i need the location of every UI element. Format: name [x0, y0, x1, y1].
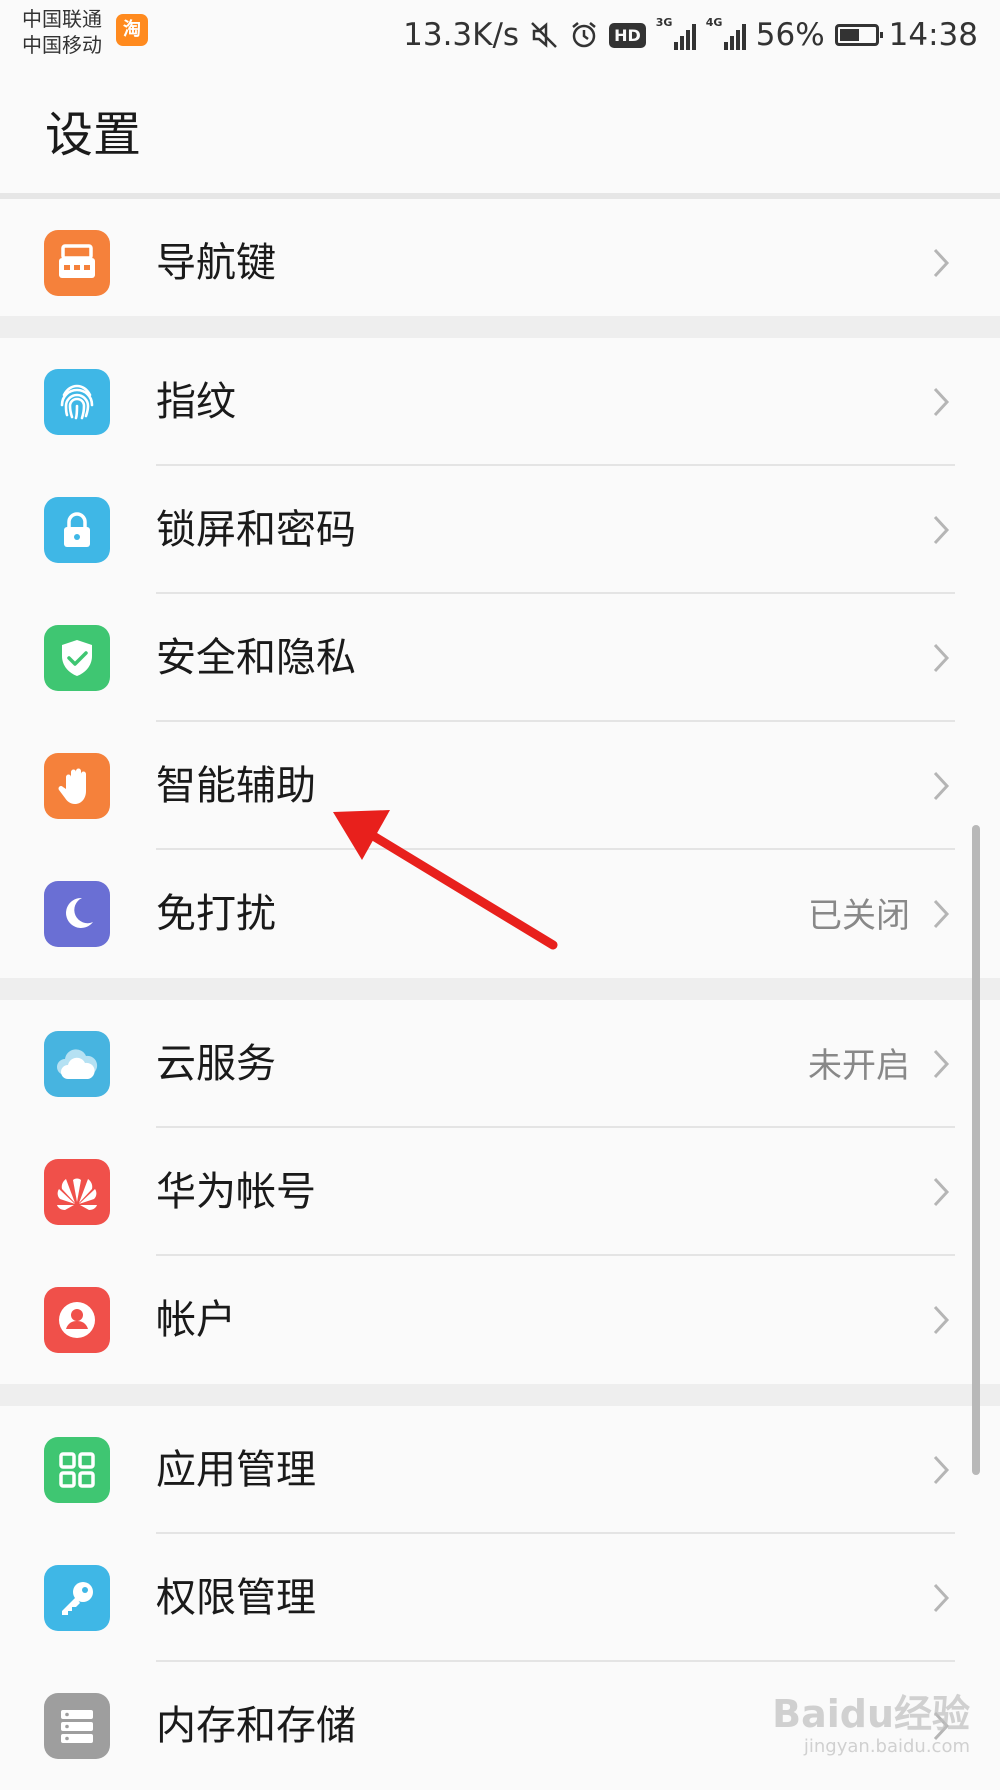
- settings-item-label: 帐户: [156, 1297, 236, 1343]
- settings-group-1: 导航键: [0, 199, 1000, 327]
- settings-item-label: 安全和隐私: [156, 635, 356, 681]
- chevron-right-icon: [933, 771, 950, 801]
- settings-item-app-management[interactable]: 应用管理: [0, 1406, 1000, 1534]
- settings-item-smart-assistance[interactable]: 智能辅助: [0, 722, 1000, 850]
- settings-item-do-not-disturb[interactable]: 免打扰 已关闭: [0, 850, 1000, 978]
- watermark-main: Baidu经验: [772, 1692, 970, 1736]
- carrier-1: 中国联通: [22, 7, 102, 31]
- hd-icon: HD: [609, 22, 646, 48]
- group-separator: [0, 316, 1000, 338]
- shield-icon: [44, 625, 110, 691]
- chevron-right-icon: [933, 899, 950, 929]
- settings-item-accounts[interactable]: 帐户: [0, 1256, 1000, 1384]
- status-icons: 13.3K/s HD 3G 4G 56% 14:38: [403, 12, 978, 58]
- network-speed: 13.3K/s: [403, 17, 520, 53]
- settings-item-label: 智能辅助: [156, 763, 316, 809]
- chevron-right-icon: [933, 1305, 950, 1335]
- settings-group-2: 指纹 锁屏和密码 安全和隐私 智能辅助 免打扰 已关闭: [0, 338, 1000, 978]
- settings-item-label: 华为帐号: [156, 1169, 316, 1215]
- battery-percent: 56%: [755, 17, 825, 53]
- carrier-2: 中国移动: [22, 33, 102, 57]
- settings-item-label: 指纹: [156, 379, 236, 425]
- chevron-right-icon: [933, 643, 950, 673]
- settings-item-label: 导航键: [156, 240, 276, 286]
- settings-item-label: 内存和存储: [156, 1703, 356, 1749]
- group-separator: [0, 978, 1000, 1000]
- lock-icon: [44, 497, 110, 563]
- settings-item-navigation-key[interactable]: 导航键: [0, 199, 1000, 327]
- net-type-1: 3G: [655, 16, 673, 29]
- settings-item-status: 已关闭: [808, 896, 910, 936]
- settings-item-permission-management[interactable]: 权限管理: [0, 1534, 1000, 1662]
- settings-item-lockscreen-password[interactable]: 锁屏和密码: [0, 466, 1000, 594]
- mute-icon: [529, 20, 559, 50]
- taobao-notification-icon: 淘: [116, 14, 148, 46]
- settings-group-3: 云服务 未开启 华为帐号 帐户: [0, 1000, 1000, 1384]
- settings-item-label: 权限管理: [156, 1575, 316, 1621]
- settings-item-huawei-account[interactable]: 华为帐号: [0, 1128, 1000, 1256]
- settings-item-fingerprint[interactable]: 指纹: [0, 338, 1000, 466]
- apps-grid-icon: [44, 1437, 110, 1503]
- battery-icon: [834, 24, 883, 46]
- clock: 14:38: [888, 17, 978, 53]
- page-title: 设置: [45, 107, 142, 163]
- chevron-right-icon: [933, 515, 950, 545]
- settings-item-status: 未开启: [808, 1046, 910, 1086]
- alarm-icon: [569, 20, 599, 50]
- settings-item-cloud-service[interactable]: 云服务 未开启: [0, 1000, 1000, 1128]
- signal-3g-icon: 3G: [655, 16, 696, 52]
- chevron-right-icon: [933, 1177, 950, 1207]
- group-separator: [0, 1384, 1000, 1406]
- chevron-right-icon: [933, 387, 950, 417]
- settings-item-security-privacy[interactable]: 安全和隐私: [0, 594, 1000, 722]
- settings-item-label: 免打扰: [156, 891, 276, 937]
- watermark: Baidu经验 jingyan.baidu.com: [772, 1692, 970, 1758]
- settings-item-label: 应用管理: [156, 1447, 316, 1493]
- account-icon: [44, 1287, 110, 1353]
- navigation-key-icon: [44, 230, 110, 296]
- scrollbar[interactable]: [972, 825, 980, 1475]
- carrier-info: 中国联通 中国移动: [22, 6, 102, 58]
- hand-icon: [44, 753, 110, 819]
- net-type-2: 4G: [705, 16, 723, 29]
- signal-4g-icon: 4G: [705, 16, 746, 52]
- status-bar: 中国联通 中国移动 淘 13.3K/s HD 3G 4G 56% 14:38: [0, 0, 1000, 70]
- chevron-right-icon: [933, 1455, 950, 1485]
- settings-item-label: 锁屏和密码: [156, 507, 356, 553]
- cloud-icon: [44, 1031, 110, 1097]
- fingerprint-icon: [44, 369, 110, 435]
- storage-icon: [44, 1693, 110, 1759]
- watermark-sub: jingyan.baidu.com: [803, 1736, 970, 1757]
- huawei-logo-icon: [44, 1159, 110, 1225]
- chevron-right-icon: [933, 1583, 950, 1613]
- chevron-right-icon: [933, 1049, 950, 1079]
- chevron-right-icon: [933, 248, 950, 278]
- key-icon: [44, 1565, 110, 1631]
- moon-icon: [44, 881, 110, 947]
- settings-item-label: 云服务: [156, 1041, 276, 1087]
